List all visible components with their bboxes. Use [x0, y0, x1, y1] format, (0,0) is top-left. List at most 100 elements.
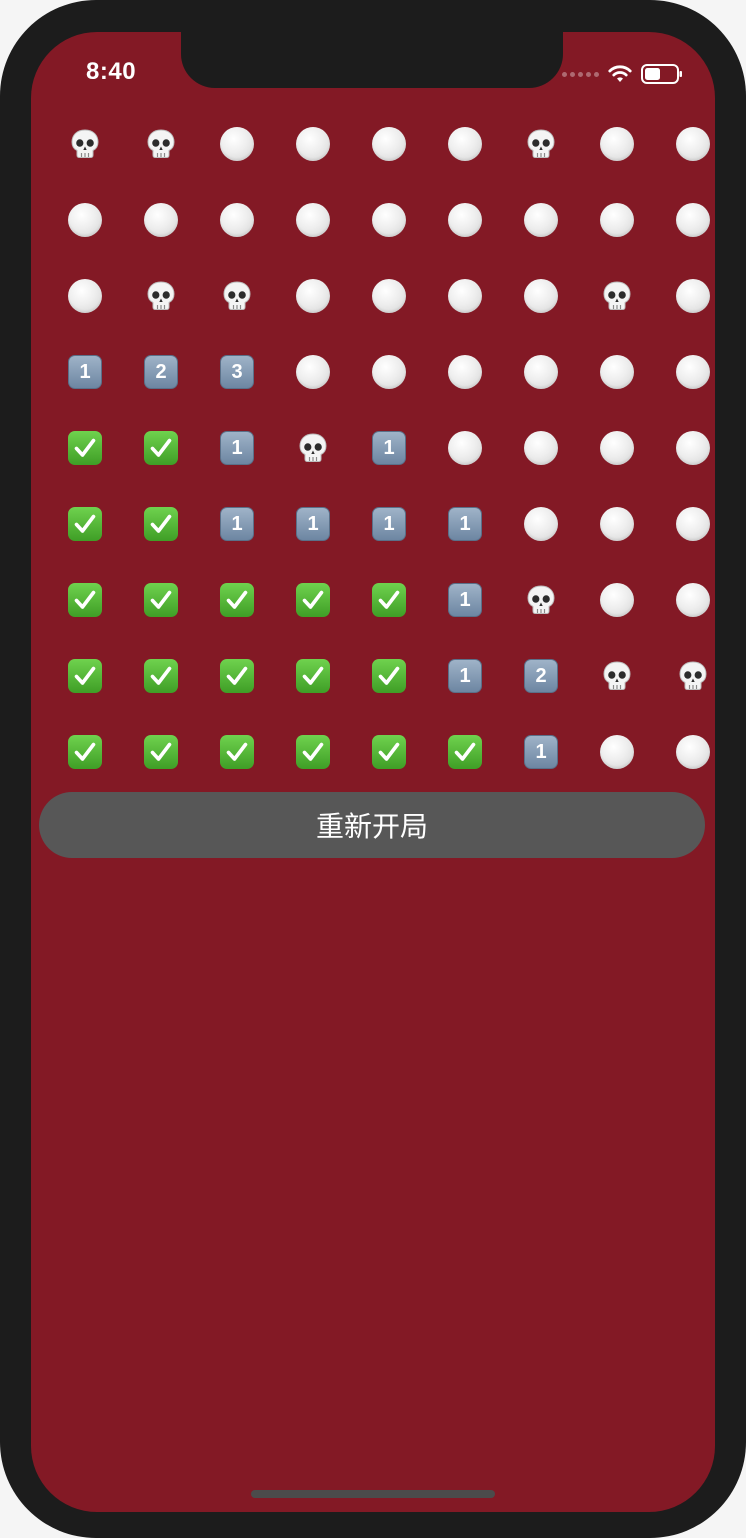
board-cell[interactable]: 3	[199, 334, 275, 410]
board-cell[interactable]	[655, 638, 715, 714]
board-cell[interactable]	[275, 410, 351, 486]
board-cell[interactable]	[351, 714, 427, 790]
board-cell[interactable]: 1	[351, 486, 427, 562]
board-cell[interactable]	[351, 562, 427, 638]
board-cell[interactable]: 1	[199, 410, 275, 486]
board-cell[interactable]	[579, 714, 655, 790]
board-cell[interactable]	[275, 562, 351, 638]
check-mark-icon	[144, 507, 178, 541]
board-cell[interactable]	[427, 410, 503, 486]
board-cell[interactable]: 1	[275, 486, 351, 562]
board-cell[interactable]	[351, 106, 427, 182]
board-cell[interactable]	[123, 258, 199, 334]
board-cell[interactable]	[579, 638, 655, 714]
board-cell[interactable]	[275, 334, 351, 410]
board-cell[interactable]	[655, 714, 715, 790]
board-cell[interactable]	[47, 410, 123, 486]
board-cell[interactable]	[503, 486, 579, 562]
board-cell[interactable]	[579, 258, 655, 334]
board-cell[interactable]	[123, 410, 199, 486]
board-cell[interactable]	[275, 714, 351, 790]
white-circle-icon	[68, 279, 102, 313]
keycap-number-icon: 1	[220, 431, 254, 465]
board-cell[interactable]	[503, 258, 579, 334]
board-cell[interactable]	[655, 258, 715, 334]
keycap-number-icon: 1	[448, 583, 482, 617]
board-cell[interactable]	[47, 258, 123, 334]
board-cell[interactable]	[199, 638, 275, 714]
board-cell[interactable]: 1	[427, 638, 503, 714]
keycap-number-icon: 1	[68, 355, 102, 389]
board-cell[interactable]	[275, 182, 351, 258]
board-cell[interactable]	[123, 182, 199, 258]
camera-notch	[181, 32, 563, 88]
board-cell[interactable]	[47, 714, 123, 790]
check-mark-icon	[372, 659, 406, 693]
board-cell[interactable]: 1	[427, 562, 503, 638]
board-cell[interactable]	[123, 106, 199, 182]
board-cell[interactable]	[503, 182, 579, 258]
board-cell[interactable]	[47, 562, 123, 638]
board-cell[interactable]	[199, 258, 275, 334]
board-cell[interactable]	[351, 258, 427, 334]
check-mark-icon	[144, 735, 178, 769]
board-cell[interactable]	[503, 562, 579, 638]
board-cell[interactable]	[427, 182, 503, 258]
board-cell[interactable]: 1	[199, 486, 275, 562]
board-cell[interactable]	[655, 334, 715, 410]
white-circle-icon	[296, 355, 330, 389]
board-cell[interactable]	[427, 714, 503, 790]
board-cell[interactable]: 2	[503, 638, 579, 714]
board-cell[interactable]	[47, 486, 123, 562]
white-circle-icon	[296, 203, 330, 237]
board-cell[interactable]	[427, 334, 503, 410]
board-cell[interactable]: 1	[351, 410, 427, 486]
restart-button[interactable]: 重新开局	[39, 792, 705, 858]
board-cell[interactable]	[275, 106, 351, 182]
board-cell[interactable]	[199, 562, 275, 638]
board-cell[interactable]: 1	[503, 714, 579, 790]
board-cell[interactable]	[655, 410, 715, 486]
board-cell[interactable]	[199, 106, 275, 182]
check-mark-icon	[220, 735, 254, 769]
board-cell[interactable]	[351, 182, 427, 258]
board-cell[interactable]	[503, 106, 579, 182]
board-cell[interactable]	[427, 106, 503, 182]
board-cell[interactable]	[427, 258, 503, 334]
board-cell[interactable]	[579, 334, 655, 410]
board-cell[interactable]	[503, 334, 579, 410]
board-cell[interactable]	[123, 638, 199, 714]
keycap-number-icon: 3	[220, 355, 254, 389]
board-cell[interactable]	[655, 562, 715, 638]
board-cell[interactable]	[123, 486, 199, 562]
board-cell[interactable]	[579, 562, 655, 638]
board-cell[interactable]	[503, 410, 579, 486]
board-cell[interactable]: 1	[427, 486, 503, 562]
board-cell[interactable]	[655, 182, 715, 258]
board-cell[interactable]	[275, 258, 351, 334]
board-cell[interactable]	[47, 106, 123, 182]
keycap-number-icon: 1	[448, 659, 482, 693]
keycap-number-icon: 1	[372, 507, 406, 541]
board-cell[interactable]	[47, 638, 123, 714]
board-cell[interactable]	[579, 106, 655, 182]
board-cell[interactable]	[655, 486, 715, 562]
board-cell[interactable]	[579, 486, 655, 562]
board-cell[interactable]	[123, 714, 199, 790]
battery-icon	[641, 64, 682, 84]
board-cell[interactable]: 1	[47, 334, 123, 410]
board-cell[interactable]	[579, 410, 655, 486]
board-cell[interactable]	[199, 714, 275, 790]
board-cell[interactable]	[579, 182, 655, 258]
board-cell[interactable]	[351, 334, 427, 410]
board-cell[interactable]	[123, 562, 199, 638]
board-cell[interactable]	[275, 638, 351, 714]
check-mark-icon	[68, 583, 102, 617]
white-circle-icon	[448, 279, 482, 313]
check-mark-icon	[448, 735, 482, 769]
board-cell[interactable]	[351, 638, 427, 714]
board-cell[interactable]	[47, 182, 123, 258]
board-cell[interactable]	[655, 106, 715, 182]
board-cell[interactable]: 2	[123, 334, 199, 410]
board-cell[interactable]	[199, 182, 275, 258]
